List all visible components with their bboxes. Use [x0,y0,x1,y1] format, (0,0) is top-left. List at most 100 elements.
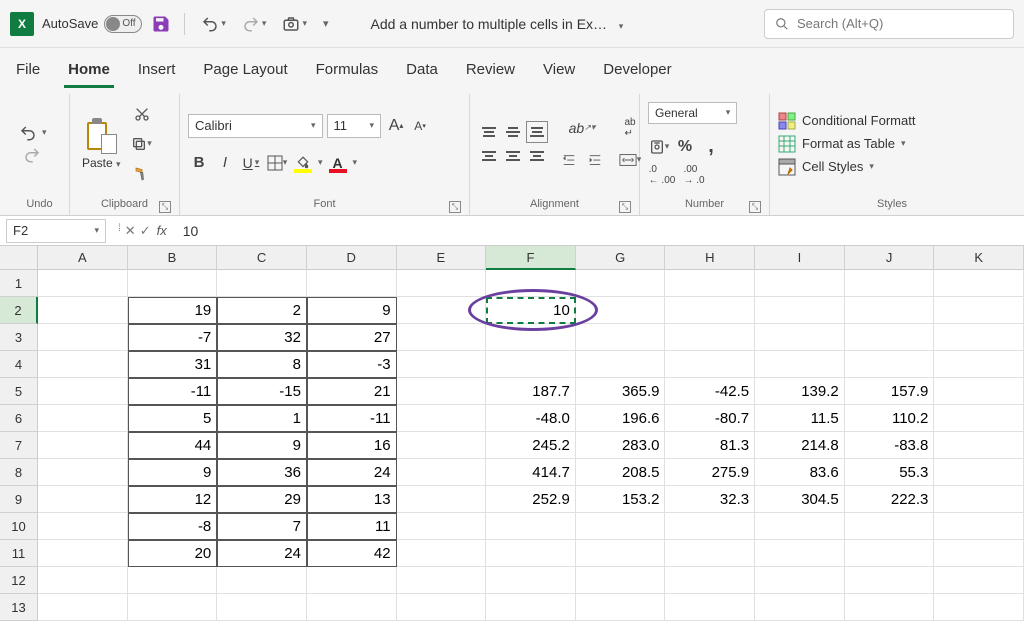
decrease-decimal-button[interactable]: .00→ .0 [680,164,708,186]
cell-C5[interactable]: -15 [217,378,307,405]
cell-G12[interactable] [576,567,666,594]
cell-D8[interactable]: 24 [307,459,397,486]
select-all-corner[interactable] [0,246,38,270]
save-button[interactable] [150,13,172,35]
cell-I2[interactable] [755,297,845,324]
cell-B2[interactable]: 19 [128,297,218,324]
column-header-H[interactable]: H [665,246,755,270]
cell-I6[interactable]: 11.5 [755,405,845,432]
font-dialog-launcher[interactable]: ⤡ [449,201,461,213]
cell-A5[interactable] [38,378,128,405]
italic-button[interactable]: I [214,152,236,174]
cell-D12[interactable] [307,567,397,594]
cell-A11[interactable] [38,540,128,567]
row-header-10[interactable]: 10 [0,513,38,540]
cell-G2[interactable] [576,297,666,324]
cell-J1[interactable] [845,270,935,297]
cell-J9[interactable]: 222.3 [845,486,935,513]
column-header-D[interactable]: D [307,246,397,270]
row-header-2[interactable]: 2 [0,297,38,324]
cell-B1[interactable] [128,270,218,297]
cell-D3[interactable]: 27 [307,324,397,351]
row-header-4[interactable]: 4 [0,351,38,378]
cell-C2[interactable]: 2 [217,297,307,324]
cell-D7[interactable]: 16 [307,432,397,459]
row-header-9[interactable]: 9 [0,486,38,513]
cell-E10[interactable] [397,513,487,540]
cell-F1[interactable] [486,270,576,297]
row-header-6[interactable]: 6 [0,405,38,432]
cell-H13[interactable] [665,594,755,621]
align-right-button[interactable] [526,145,548,167]
cell-F11[interactable] [486,540,576,567]
cell-J3[interactable] [845,324,935,351]
cell-G5[interactable]: 365.9 [576,378,666,405]
align-middle-button[interactable] [502,121,524,143]
cell-E7[interactable] [397,432,487,459]
cell-J10[interactable] [845,513,935,540]
align-left-button[interactable] [478,145,500,167]
fill-color-button[interactable] [292,152,314,174]
cell-H8[interactable]: 275.9 [665,459,755,486]
cancel-formula-button[interactable]: ✕ [125,223,136,239]
column-header-G[interactable]: G [576,246,666,270]
cell-K12[interactable] [934,567,1024,594]
cell-J2[interactable] [845,297,935,324]
cell-I1[interactable] [755,270,845,297]
decrease-indent-button[interactable] [558,149,580,171]
cell-E5[interactable] [397,378,487,405]
cell-J4[interactable] [845,351,935,378]
cell-D11[interactable]: 42 [307,540,397,567]
tab-home[interactable]: Home [64,53,114,88]
row-header-5[interactable]: 5 [0,378,38,405]
cell-B12[interactable] [128,567,218,594]
cell-C4[interactable]: 8 [217,351,307,378]
cell-E3[interactable] [397,324,487,351]
cell-E11[interactable] [397,540,487,567]
increase-indent-button[interactable] [584,149,606,171]
conditional-formatting-button[interactable]: Conditional Formatt [778,112,915,130]
cell-I10[interactable] [755,513,845,540]
tab-view[interactable]: View [539,53,579,88]
paste-button[interactable]: Paste ▾ [78,114,125,174]
cell-H11[interactable] [665,540,755,567]
formula-input[interactable]: 10 [175,223,1024,239]
cell-F8[interactable]: 414.7 [486,459,576,486]
tab-file[interactable]: File [12,53,44,88]
align-center-button[interactable] [502,145,524,167]
decrease-font-button[interactable]: A▾ [409,115,431,137]
cell-H7[interactable]: 81.3 [665,432,755,459]
row-header-1[interactable]: 1 [0,270,38,297]
cell-G3[interactable] [576,324,666,351]
cell-K13[interactable] [934,594,1024,621]
cell-G1[interactable] [576,270,666,297]
cell-E4[interactable] [397,351,487,378]
cell-D10[interactable]: 11 [307,513,397,540]
cell-H12[interactable] [665,567,755,594]
cell-A10[interactable] [38,513,128,540]
document-title[interactable]: Add a number to multiple cells in Ex… ▾ [371,16,624,32]
cell-J13[interactable] [845,594,935,621]
redo-button[interactable]: ▾ [238,13,271,35]
comma-format-button[interactable]: , [700,136,722,158]
copy-button[interactable]: ▾ [131,133,153,155]
cell-K5[interactable] [934,378,1024,405]
cell-G8[interactable]: 208.5 [576,459,666,486]
cell-A8[interactable] [38,459,128,486]
cell-G4[interactable] [576,351,666,378]
cell-K3[interactable] [934,324,1024,351]
row-header-13[interactable]: 13 [0,594,38,621]
borders-button[interactable]: ▾ [266,152,288,174]
cell-B6[interactable]: 5 [128,405,218,432]
row-header-3[interactable]: 3 [0,324,38,351]
alignment-dialog-launcher[interactable]: ⤡ [619,201,631,213]
cell-A6[interactable] [38,405,128,432]
cell-K6[interactable] [934,405,1024,432]
cell-C1[interactable] [217,270,307,297]
number-format-select[interactable]: General▾ [648,102,737,124]
cell-D5[interactable]: 21 [307,378,397,405]
cell-C11[interactable]: 24 [217,540,307,567]
cell-A12[interactable] [38,567,128,594]
cell-A13[interactable] [38,594,128,621]
cell-C3[interactable]: 32 [217,324,307,351]
